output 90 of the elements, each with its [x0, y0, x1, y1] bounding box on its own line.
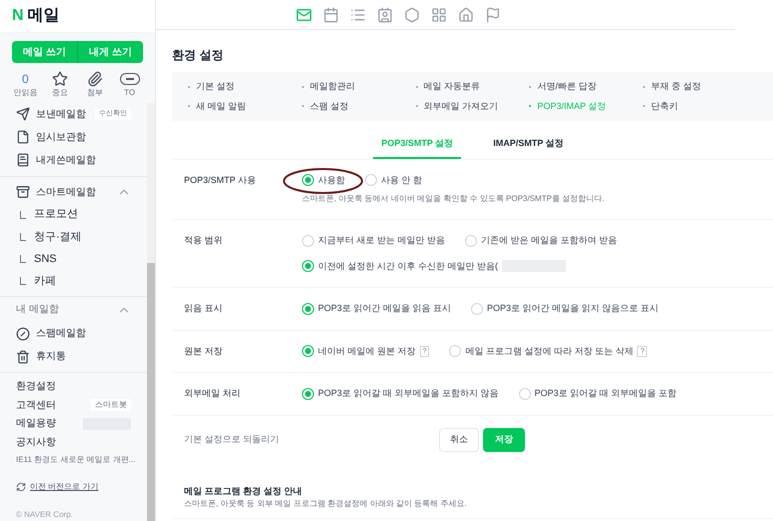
notice-text[interactable]: IE11 환경도 새로운 메일로 개편...: [16, 454, 136, 466]
radio-label[interactable]: POP3로 읽어갈 때 외부메일을 포함하지 않음: [318, 387, 499, 400]
hexagon-icon[interactable]: [404, 6, 420, 22]
radio-label[interactable]: 네이버 메일에 원본 저장: [318, 344, 416, 358]
radio-label[interactable]: 지금부터 새로 받는 메일만 받음: [318, 234, 446, 248]
subfolder-item[interactable]: SNS: [34, 250, 57, 268]
grid-icon[interactable]: [431, 6, 447, 22]
setting-label: POP3/SMTP 사용: [184, 174, 257, 186]
settings-menu-item[interactable]: 외부메일 가져오기: [424, 100, 498, 113]
radio-button[interactable]: [518, 388, 531, 400]
scrollbar[interactable]: [147, 103, 155, 521]
settings-menu-item[interactable]: 서명/빠른 답장: [537, 80, 596, 94]
folder-item[interactable]: 임시보관함: [36, 130, 86, 145]
document-icon: [16, 130, 30, 144]
notebook-icon: [16, 153, 30, 168]
guide-text: 스마트폰, 아웃룩 등 외부 메일 프로그램 환경설정에 아래와 같이 등록해 주세요.: [184, 498, 468, 510]
page-title: 환경 설정: [172, 47, 224, 64]
radio-button[interactable]: [302, 302, 314, 315]
quick-filter-label[interactable]: 첨부: [86, 87, 103, 99]
radio-label[interactable]: 사용 안 함: [381, 174, 422, 187]
radio-button[interactable]: [302, 234, 314, 247]
menu-link[interactable]: 메일용량: [16, 416, 56, 432]
setting-label: 적용 범위: [184, 234, 224, 247]
to-badge-icon[interactable]: [120, 73, 140, 85]
chatbot-label[interactable]: 스마트봇: [91, 399, 131, 412]
setting-label: 원본 저장: [184, 344, 224, 358]
radio-button[interactable]: [471, 302, 484, 315]
send-icon: [16, 107, 30, 122]
tree-branch-icon: [20, 210, 26, 219]
settings-menu-item[interactable]: 부재 중 설정: [651, 80, 702, 94]
radio-button[interactable]: [449, 345, 462, 358]
radio-label[interactable]: 이전에 설정한 시간 이후 수신한 메일만 받음(: [318, 260, 498, 273]
guide-title: 메일 프로그램 환경 설정 안내: [184, 484, 304, 498]
radio-label[interactable]: POP3로 읽어갈 때 외부메일을 포함: [534, 387, 677, 400]
radio-button[interactable]: [465, 234, 478, 247]
mail-icon[interactable]: [296, 6, 312, 22]
radio-button[interactable]: [302, 260, 314, 272]
house-icon[interactable]: [458, 6, 474, 22]
app-title: 메일: [28, 6, 60, 26]
flag-icon[interactable]: [485, 6, 501, 22]
quick-filter-label[interactable]: TO: [124, 87, 136, 99]
cancel-button[interactable]: 취소: [439, 428, 479, 452]
settings-menu-item[interactable]: 스팸 설정: [310, 100, 348, 113]
contact-card-icon[interactable]: [377, 6, 393, 22]
folder-item[interactable]: 스팸메일함: [36, 326, 86, 342]
help-text: 스마트폰, 아웃룩 등에서 네이버 메일을 확인할 수 있도록 POP3/SMTP를 설정합니다.: [302, 193, 606, 205]
folder-item[interactable]: 휴지통: [36, 349, 66, 364]
settings-menu-item[interactable]: 메일함관리: [310, 80, 355, 94]
menu-link[interactable]: 환경설정: [16, 379, 56, 394]
calendar-icon[interactable]: [323, 6, 339, 22]
subfolder-item[interactable]: 청구·결제: [34, 228, 82, 246]
spam-icon: [16, 326, 30, 341]
paperclip-icon[interactable]: [86, 71, 103, 87]
menu-link[interactable]: 고객센터: [16, 398, 56, 413]
radio-button[interactable]: [302, 388, 314, 400]
unread-count[interactable]: 0: [22, 71, 29, 87]
folder-item[interactable]: 스마트메일함: [36, 184, 96, 200]
tree-branch-icon: [20, 232, 26, 241]
folder-item[interactable]: 내게쓴메일함: [36, 152, 96, 168]
radio-label[interactable]: POP3로 읽어간 메일을 읽지 않음으로 표시: [487, 302, 659, 316]
settings-menu-item[interactable]: 단축키: [651, 100, 678, 113]
subfolder-item[interactable]: 카페: [34, 272, 56, 290]
settings-menu-item[interactable]: 기본 설정: [196, 80, 235, 94]
old-version-link[interactable]: 이전 버전으로 가기: [30, 480, 98, 493]
settings-menu-item[interactable]: 메일 자동분류: [424, 80, 480, 94]
setting-label: 읽음 표시: [184, 302, 224, 315]
refresh-icon: [16, 482, 26, 492]
radio-label[interactable]: POP3로 읽어간 메일을 읽음 표시: [318, 302, 452, 316]
folder-item[interactable]: 보낸메일함: [36, 106, 86, 122]
settings-menu-item[interactable]: 새 메일 알림: [196, 100, 246, 113]
section-label: 내 메일함: [16, 303, 59, 318]
radio-button[interactable]: [302, 174, 314, 186]
settings-tab[interactable]: IMAP/SMTP 설정: [485, 133, 572, 158]
setting-label: 외부메일 처리: [184, 387, 242, 400]
radio-label[interactable]: 기존에 받은 메일을 포함하여 받음: [481, 234, 618, 248]
copyright-text: © NAVER Corp.: [15, 508, 74, 521]
quick-filter-label[interactable]: 중요: [52, 87, 68, 99]
tree-branch-icon: [20, 254, 26, 263]
radio-label[interactable]: 사용함: [318, 174, 345, 187]
list-icon[interactable]: [350, 6, 366, 22]
trash-icon: [16, 350, 30, 364]
reset-link[interactable]: 기본 설정으로 되돌리기: [184, 432, 439, 446]
radio-button[interactable]: [365, 174, 377, 186]
quick-filter-label[interactable]: 안읽음: [13, 87, 38, 99]
tree-branch-icon: [20, 276, 26, 285]
radio-button[interactable]: [302, 345, 314, 358]
radio-label[interactable]: 메일 프로그램 설정에 따라 저장 또는 삭제: [465, 344, 634, 358]
menu-link[interactable]: 공지사항: [16, 435, 56, 450]
subfolder-item[interactable]: 프로모션: [34, 206, 78, 223]
star-icon[interactable]: [52, 71, 68, 87]
